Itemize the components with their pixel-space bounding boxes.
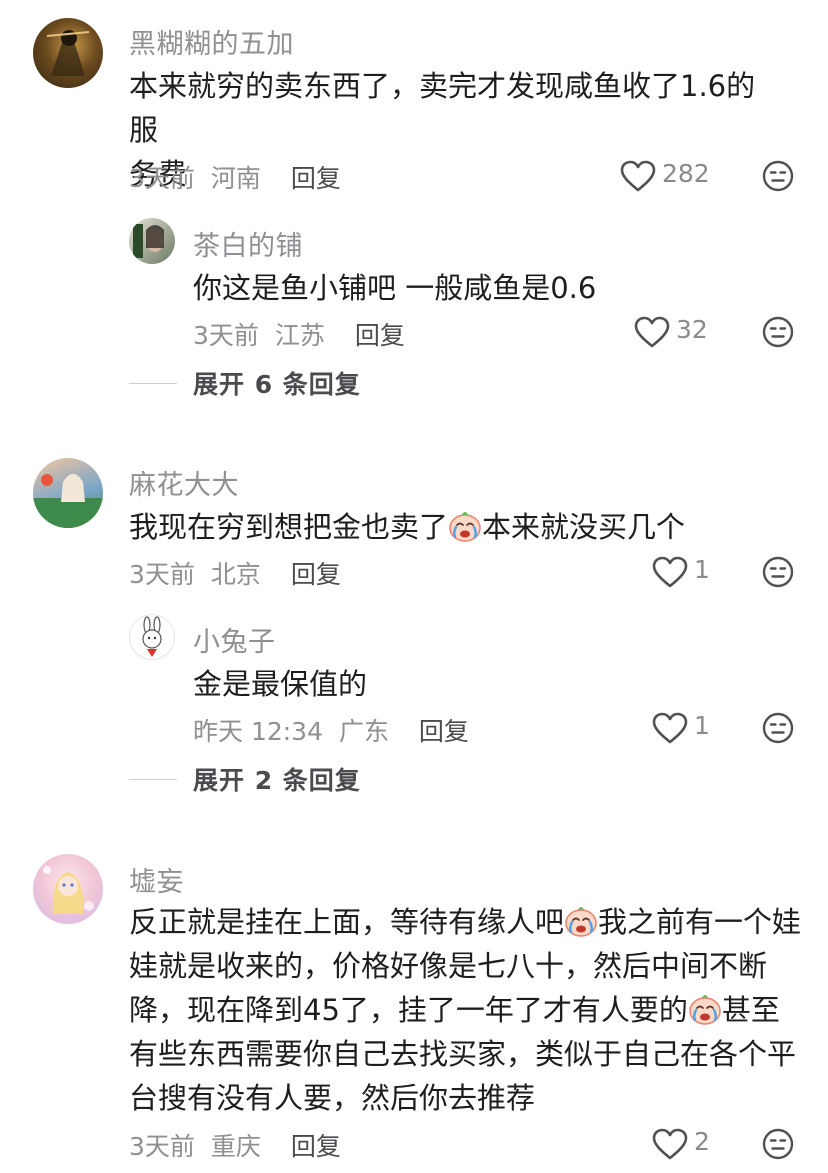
expand-replies-button[interactable]: 展开 2 条回复 bbox=[129, 761, 361, 797]
avatar[interactable] bbox=[129, 218, 175, 264]
comment-username[interactable]: 墟妄 bbox=[129, 860, 184, 899]
like-count: 282 bbox=[662, 158, 710, 188]
comment-text-segment: 降，现在降到45了，挂了一年了才有人要的 bbox=[129, 993, 688, 1027]
heart-outline-icon bbox=[652, 556, 688, 588]
comment-location: 北京 bbox=[210, 560, 261, 589]
reply-button[interactable]: 回复 bbox=[291, 164, 341, 193]
neutral-face-icon[interactable] bbox=[762, 160, 794, 192]
avatar[interactable] bbox=[33, 854, 103, 924]
like-count: 1 bbox=[694, 710, 710, 740]
comment-text-segment: 本来就没买几个 bbox=[482, 510, 686, 544]
comment-text-line: 娃就是收来的，价格好像是七八十，然后中间不断 bbox=[129, 949, 768, 983]
like-button[interactable]: 1 bbox=[652, 710, 710, 744]
heart-outline-icon bbox=[652, 712, 688, 744]
comment-time: 3天前 bbox=[129, 164, 195, 193]
comment-text-line: 有些东西需要你自己去找买家，类似于自己在各个平 bbox=[129, 1037, 797, 1071]
comment-item: 黑糊糊的五加 本来就穷的卖东西了，卖完才发现咸鱼收了1.6的服 务费 3天前 河… bbox=[0, 0, 828, 420]
like-count: 2 bbox=[694, 1126, 710, 1156]
like-count: 1 bbox=[694, 554, 710, 584]
comment-meta: 3天前 重庆 回复 bbox=[129, 1127, 341, 1163]
avatar-image bbox=[133, 224, 164, 258]
comment-username[interactable]: 麻花大大 bbox=[129, 463, 239, 502]
crying-face-emoji bbox=[688, 992, 722, 1026]
comment-text-segment: 我现在穷到想把金也卖了 bbox=[129, 510, 449, 544]
neutral-face-icon[interactable] bbox=[762, 556, 794, 588]
comment-text-segment: 甚至 bbox=[721, 993, 780, 1027]
expand-replies-label: 展开 6 条回复 bbox=[193, 370, 361, 399]
comment-location: 重庆 bbox=[210, 1132, 261, 1161]
comment-username[interactable]: 黑糊糊的五加 bbox=[129, 22, 294, 61]
divider-line bbox=[129, 778, 177, 780]
heart-outline-icon bbox=[634, 316, 670, 348]
reply-time: 3天前 bbox=[193, 321, 259, 350]
reply-button[interactable]: 回复 bbox=[419, 717, 469, 746]
comment-text-line: 本来就穷的卖东西了，卖完才发现咸鱼收了1.6的服 bbox=[129, 69, 756, 147]
reply-meta: 3天前 江苏 回复 bbox=[193, 316, 405, 352]
crying-face-emoji bbox=[448, 509, 482, 543]
avatar-image bbox=[43, 866, 94, 914]
avatar[interactable] bbox=[33, 18, 103, 88]
comment-time: 3天前 bbox=[129, 560, 195, 589]
neutral-face-icon[interactable] bbox=[762, 712, 794, 744]
comment-text: 反正就是挂在上面，等待有缘人吧 我之前有一个娃 娃就是收来的，价格好像是七八十，然… bbox=[129, 900, 809, 1120]
crying-face-emoji bbox=[564, 904, 598, 938]
neutral-face-icon[interactable] bbox=[762, 316, 794, 348]
comment-text-line: 反正就是挂在上面，等待有缘人吧 我之前有一个娃 bbox=[129, 900, 809, 944]
heart-outline-icon bbox=[620, 160, 656, 192]
comment-meta: 3天前 河南 回复 bbox=[129, 159, 341, 195]
reply-button[interactable]: 回复 bbox=[291, 560, 341, 589]
comment-text-line: 降，现在降到45了，挂了一年了才有人要的 甚至 bbox=[129, 988, 809, 1032]
comment-text-segment: 反正就是挂在上面，等待有缘人吧 bbox=[129, 905, 565, 939]
heart-outline-icon bbox=[652, 1128, 688, 1160]
reply-button[interactable]: 回复 bbox=[355, 321, 405, 350]
avatar-image bbox=[142, 616, 162, 657]
comment-text-line: 台搜有没有人要，然后你去推荐 bbox=[129, 1081, 536, 1115]
comment-meta: 3天前 北京 回复 bbox=[129, 555, 341, 591]
neutral-face-icon[interactable] bbox=[762, 1128, 794, 1160]
like-button[interactable]: 282 bbox=[620, 158, 710, 192]
reply-text: 金是最保值的 bbox=[193, 667, 368, 701]
avatar-image bbox=[46, 30, 90, 76]
comment-text: 我现在穷到想把金也卖了 本来就没买几个 bbox=[129, 505, 685, 549]
reply-username[interactable]: 小兔子 bbox=[193, 620, 276, 659]
reply-button[interactable]: 回复 bbox=[291, 1132, 341, 1161]
comment-time: 3天前 bbox=[129, 1132, 195, 1161]
reply-text: 你这是鱼小铺吧 一般咸鱼是0.6 bbox=[193, 271, 597, 305]
comment-text-segment: 我之前有一个娃 bbox=[598, 905, 802, 939]
like-button[interactable]: 2 bbox=[652, 1126, 710, 1160]
avatar[interactable] bbox=[33, 458, 103, 528]
comment-location: 河南 bbox=[210, 164, 261, 193]
divider-line bbox=[129, 382, 177, 384]
like-button[interactable]: 32 bbox=[634, 314, 708, 348]
expand-replies-label: 展开 2 条回复 bbox=[193, 766, 361, 795]
reply-location: 江苏 bbox=[274, 321, 325, 350]
reply-username[interactable]: 茶白的铺 bbox=[193, 224, 303, 263]
expand-replies-button[interactable]: 展开 6 条回复 bbox=[129, 365, 361, 401]
avatar[interactable] bbox=[129, 614, 175, 660]
like-count: 32 bbox=[676, 314, 708, 344]
reply-meta: 昨天 12:34 广东 回复 bbox=[193, 712, 469, 748]
reply-location: 广东 bbox=[338, 717, 389, 746]
avatar-image bbox=[33, 474, 103, 528]
reply-time: 昨天 12:34 bbox=[193, 717, 323, 746]
like-button[interactable]: 1 bbox=[652, 554, 710, 588]
